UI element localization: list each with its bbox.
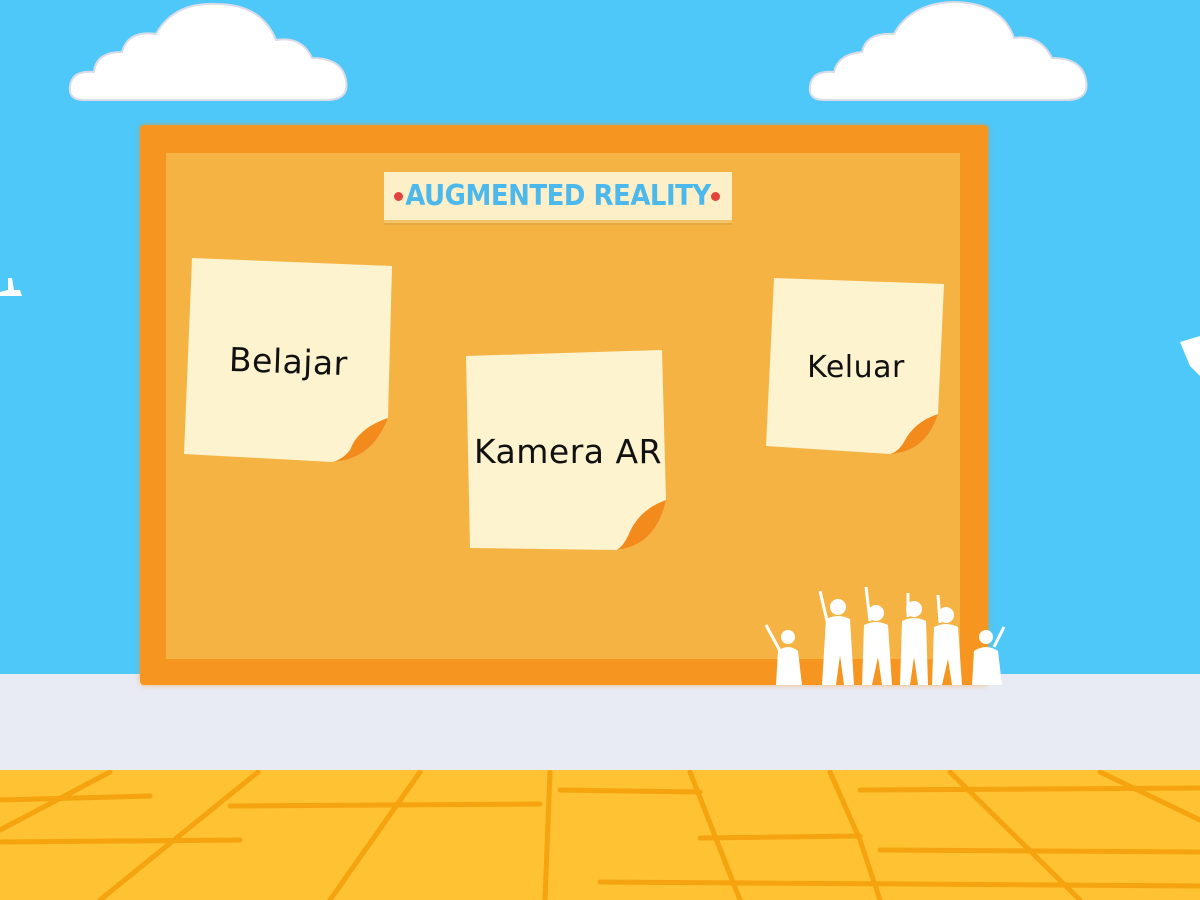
kamera-ar-label: Kamera AR [473, 431, 662, 471]
cloud-icon [808, 0, 1088, 101]
tiled-floor [0, 770, 1200, 900]
plane-icon [0, 278, 22, 296]
belajar-button[interactable]: Belajar [182, 258, 394, 464]
pushpin-icon [394, 192, 403, 201]
kamera-ar-button[interactable]: Kamera AR [466, 350, 670, 552]
pushpin-icon [711, 192, 720, 201]
keluar-label: Keluar [807, 349, 905, 385]
board-title: AUGMENTED REALITY [405, 179, 711, 213]
belajar-label: Belajar [227, 339, 349, 383]
cloud-icon [68, 2, 348, 101]
game-scene: AUGMENTED REALITY Belajar Kamera AR Kelu… [0, 0, 1200, 900]
soldiers-silhouette-icon [764, 586, 1006, 685]
board-title-plate: AUGMENTED REALITY [384, 172, 732, 223]
plane-icon [1180, 336, 1200, 376]
wall-strip [0, 674, 1200, 772]
keluar-button[interactable]: Keluar [766, 278, 946, 456]
